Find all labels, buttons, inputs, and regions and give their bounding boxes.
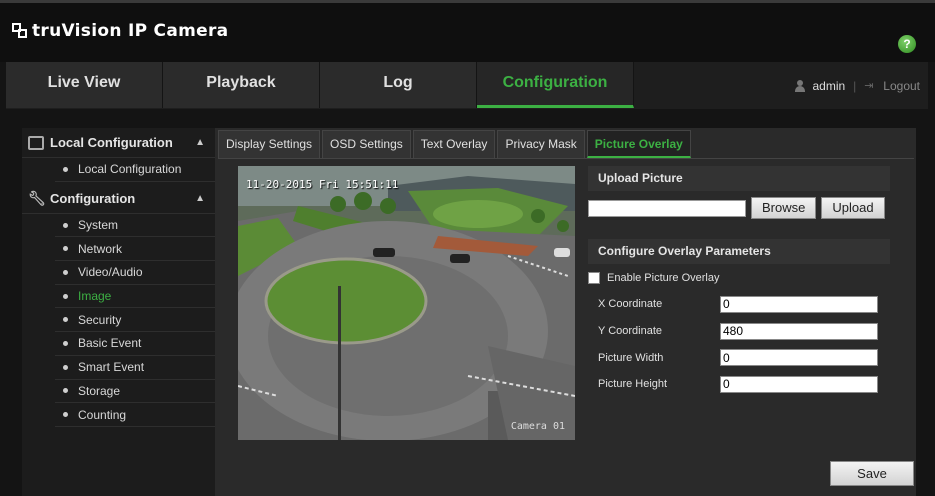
content-panel: Display Settings OSD Settings Text Overl… (218, 128, 914, 496)
y-coordinate-input[interactable] (720, 322, 878, 340)
sidebar-item-system[interactable]: System (55, 214, 215, 238)
separator: | (853, 78, 857, 93)
chevron-up-icon[interactable]: ▲ (195, 137, 205, 148)
file-path-input[interactable] (588, 199, 746, 217)
sidebar-item-label: Smart Event (78, 360, 145, 375)
osd-date-overlay: 11-20-2015 Fri 15:51:11 (246, 178, 399, 191)
picture-height-label: Picture Height (598, 378, 668, 391)
divider (218, 158, 914, 159)
sidebar-item-label: Basic Event (78, 336, 142, 351)
help-icon[interactable]: ? (898, 35, 916, 53)
sidebar-item-label: Network (78, 241, 123, 256)
sidebar-section-local[interactable]: Local Configuration ▲ (22, 128, 215, 158)
tab-display-settings[interactable]: Display Settings (218, 130, 321, 158)
tab-text-overlay[interactable]: Text Overlay (412, 130, 496, 158)
subtab-bar: Display Settings OSD Settings Text Overl… (218, 130, 693, 158)
tab-picture-overlay[interactable]: Picture Overlay (586, 130, 691, 158)
sidebar-item-storage[interactable]: Storage (55, 380, 215, 404)
tab-configuration[interactable]: Configuration (477, 62, 634, 108)
bullet-icon (63, 293, 68, 299)
app-header: truVision IP Camera ? (0, 0, 935, 62)
sidebar-item-network[interactable]: Network (55, 237, 215, 262)
picture-width-label: Picture Width (598, 351, 664, 364)
main-nav: Live View Playback Log Configuration adm… (6, 62, 928, 109)
enable-overlay-label: Enable Picture Overlay (607, 271, 720, 284)
bullet-icon (63, 269, 68, 275)
sidebar-item-security[interactable]: Security (55, 308, 215, 333)
picture-height-row: Picture Height (588, 371, 890, 398)
user-area: admin | ⇥ Logout (634, 62, 928, 109)
sidebar-item-label: System (78, 218, 119, 233)
sidebar-item-counting[interactable]: Counting (55, 403, 215, 427)
sidebar-item-video-audio[interactable]: Video/Audio (55, 261, 215, 285)
app-title: truVision IP Camera (32, 21, 229, 41)
camera-preview: 11-20-2015 Fri 15:51:11 Camera 01 (238, 166, 575, 440)
chevron-up-icon[interactable]: ▲ (195, 193, 205, 204)
x-coordinate-input[interactable] (720, 295, 878, 313)
sidebar-item-label: Video/Audio (78, 265, 143, 280)
bullet-icon (63, 317, 68, 323)
upload-button[interactable]: Upload (821, 197, 885, 219)
sidebar-section-label: Configuration (50, 190, 136, 206)
username: admin (812, 78, 846, 93)
upload-row: Browse Upload (588, 191, 890, 221)
monitor-icon (28, 135, 44, 150)
logout-icon[interactable]: ⇥ (864, 80, 877, 91)
bullet-icon (63, 246, 68, 252)
overlay-parameters-header: Configure Overlay Parameters (588, 239, 890, 264)
sidebar-item-basic-event[interactable]: Basic Event (55, 332, 215, 356)
enable-overlay-row: Enable Picture Overlay (588, 264, 890, 291)
save-button[interactable]: Save (830, 461, 914, 486)
tab-osd-settings[interactable]: OSD Settings (322, 130, 411, 158)
sidebar-item-label: Security (78, 312, 122, 327)
tab-playback[interactable]: Playback (163, 62, 320, 108)
main-area: Local Configuration ▲ Local Configuratio… (22, 128, 916, 496)
sidebar: Local Configuration ▲ Local Configuratio… (22, 128, 215, 496)
sidebar-item-smart-event[interactable]: Smart Event (55, 356, 215, 380)
app-logo: truVision IP Camera (12, 21, 228, 41)
tab-privacy-mask[interactable]: Privacy Mask (497, 130, 585, 158)
sidebar-item-label: Storage (78, 383, 121, 398)
sidebar-item-label: Counting (78, 407, 127, 422)
sidebar-section-configuration[interactable]: 🔧︎ Configuration ▲ (22, 184, 215, 214)
y-coordinate-label: Y Coordinate (598, 325, 663, 338)
osd-camera-name: Camera 01 (510, 421, 565, 432)
logout-link[interactable]: Logout (883, 79, 920, 93)
bullet-icon (63, 340, 68, 346)
wrench-icon: 🔧︎ (28, 190, 46, 207)
bullet-icon (63, 222, 68, 228)
sidebar-item-local-configuration[interactable]: Local Configuration (55, 158, 215, 182)
settings-panel: Upload Picture Browse Upload Configure O… (588, 166, 890, 398)
bullet-icon (63, 388, 68, 394)
bullet-icon (63, 412, 68, 418)
enable-overlay-checkbox[interactable] (588, 271, 600, 284)
picture-width-input[interactable] (720, 349, 878, 367)
picture-height-input[interactable] (720, 375, 878, 393)
sidebar-item-label: Image (78, 289, 112, 304)
tab-log[interactable]: Log (320, 62, 477, 108)
x-coordinate-label: X Coordinate (598, 298, 663, 311)
bullet-icon (63, 166, 68, 172)
picture-width-row: Picture Width (588, 344, 890, 371)
x-coordinate-row: X Coordinate (588, 291, 890, 318)
sidebar-item-label: Local Configuration (78, 162, 182, 177)
y-coordinate-row: Y Coordinate (588, 318, 890, 345)
camera-scene-image (238, 166, 575, 440)
bullet-icon (63, 364, 68, 370)
sidebar-item-image[interactable]: Image (55, 285, 215, 309)
user-icon (794, 79, 806, 92)
upload-picture-header: Upload Picture (588, 166, 890, 191)
sidebar-section-label: Local Configuration (50, 135, 173, 150)
browse-button[interactable]: Browse (751, 197, 817, 219)
tab-live-view[interactable]: Live View (6, 62, 163, 108)
truvision-logo-icon (12, 23, 28, 39)
